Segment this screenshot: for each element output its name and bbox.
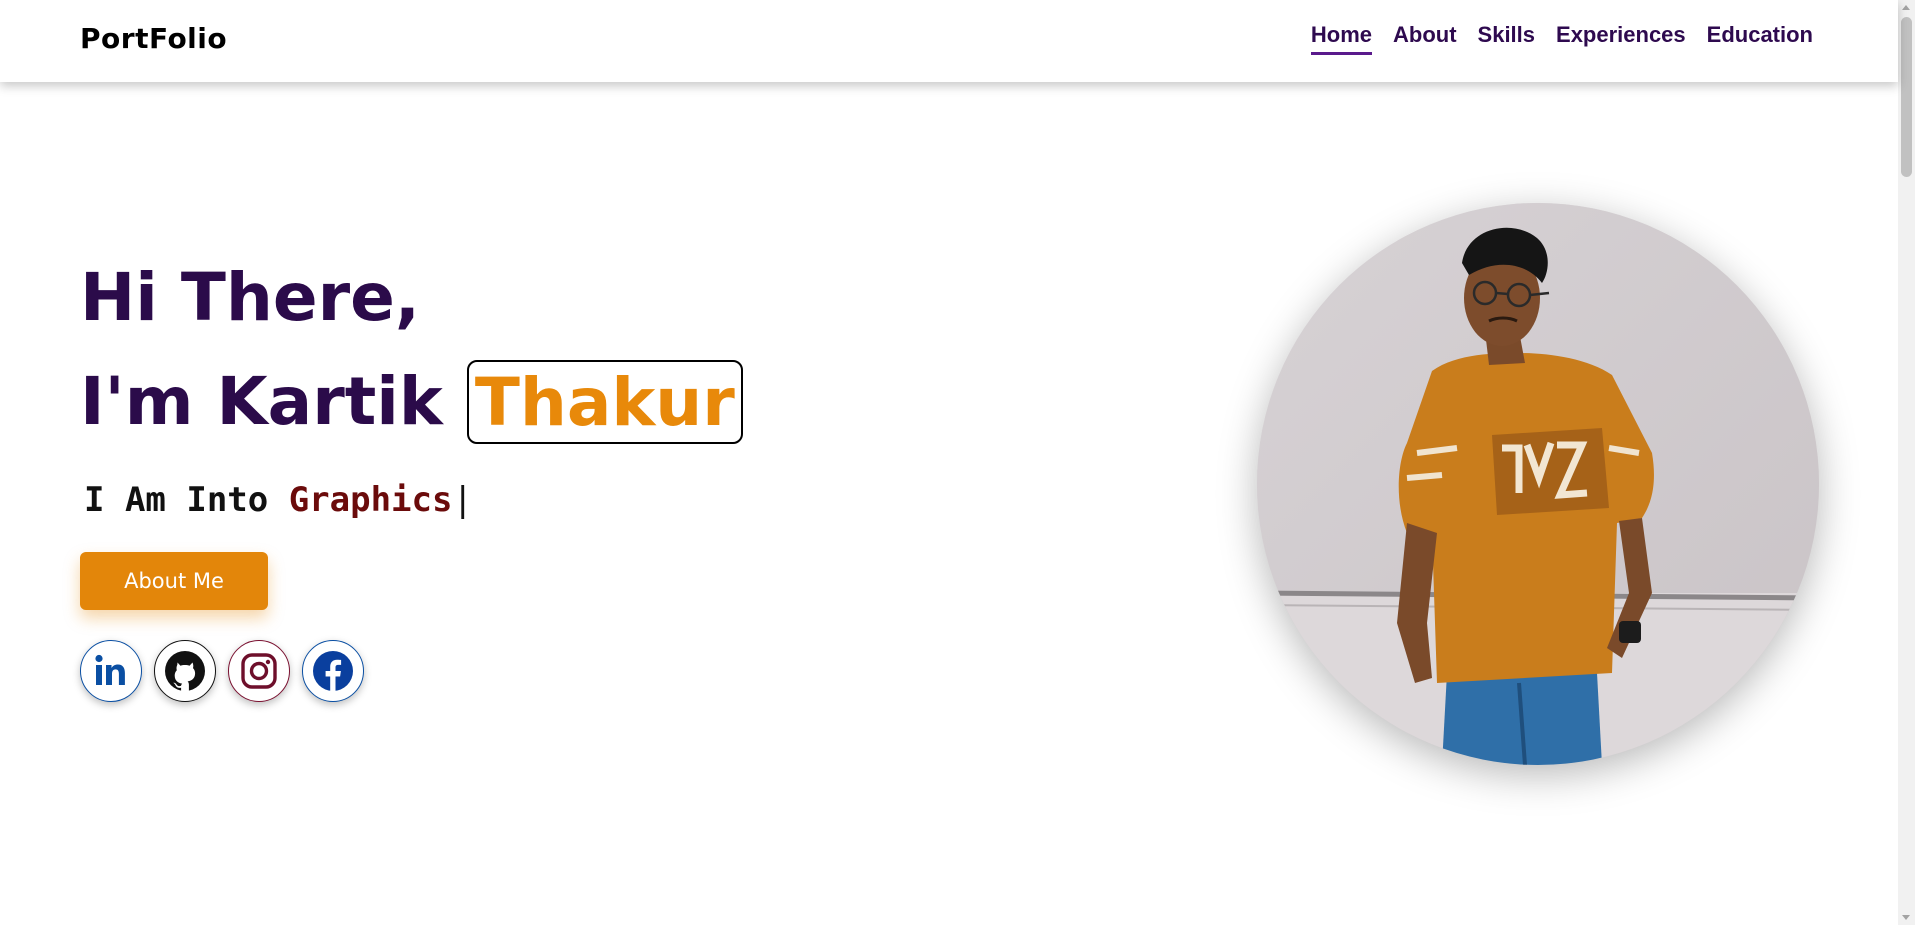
instagram-link[interactable] xyxy=(228,640,290,702)
nav-link-about[interactable]: About xyxy=(1393,22,1457,55)
scroll-up-arrow[interactable] xyxy=(1902,5,1910,10)
scroll-thumb[interactable] xyxy=(1901,17,1912,177)
nav-link-skills[interactable]: Skills xyxy=(1478,22,1535,55)
hero-intro: I'm Kartik Thakur xyxy=(80,360,743,444)
profile-photo xyxy=(1257,203,1819,765)
scroll-down-arrow[interactable] xyxy=(1902,915,1910,920)
linkedin-link[interactable] xyxy=(80,640,142,702)
navbar: PortFolio Home About Skills Experiences … xyxy=(0,0,1898,82)
typed-word: Graphics xyxy=(288,480,453,520)
github-icon xyxy=(165,651,205,691)
hero-greeting: Hi There, xyxy=(80,259,420,336)
github-link[interactable] xyxy=(154,640,216,702)
page-scrollbar[interactable] xyxy=(1898,0,1915,925)
facebook-link[interactable] xyxy=(302,640,364,702)
page: PortFolio Home About Skills Experiences … xyxy=(0,0,1915,925)
person-illustration xyxy=(1257,203,1819,765)
nav-link-experiences[interactable]: Experiences xyxy=(1556,22,1686,55)
brand-logo[interactable]: PortFolio xyxy=(80,22,227,55)
nav-link-home[interactable]: Home xyxy=(1310,22,1372,55)
typed-prefix: I Am Into xyxy=(84,480,289,520)
nav-link-education[interactable]: Education xyxy=(1707,22,1813,55)
social-links xyxy=(80,640,364,702)
typing-cursor: | xyxy=(452,480,473,520)
hero-last-name: Thakur xyxy=(466,360,743,444)
nav-menu: Home About Skills Experiences Education xyxy=(1310,22,1813,55)
linkedin-icon xyxy=(95,654,125,685)
typed-text: I Am Into Graphics| xyxy=(84,480,473,520)
hero-name: I'm Kartik xyxy=(80,363,443,440)
about-me-button[interactable]: About Me xyxy=(80,552,268,610)
instagram-icon xyxy=(241,653,277,689)
facebook-icon xyxy=(313,651,353,691)
